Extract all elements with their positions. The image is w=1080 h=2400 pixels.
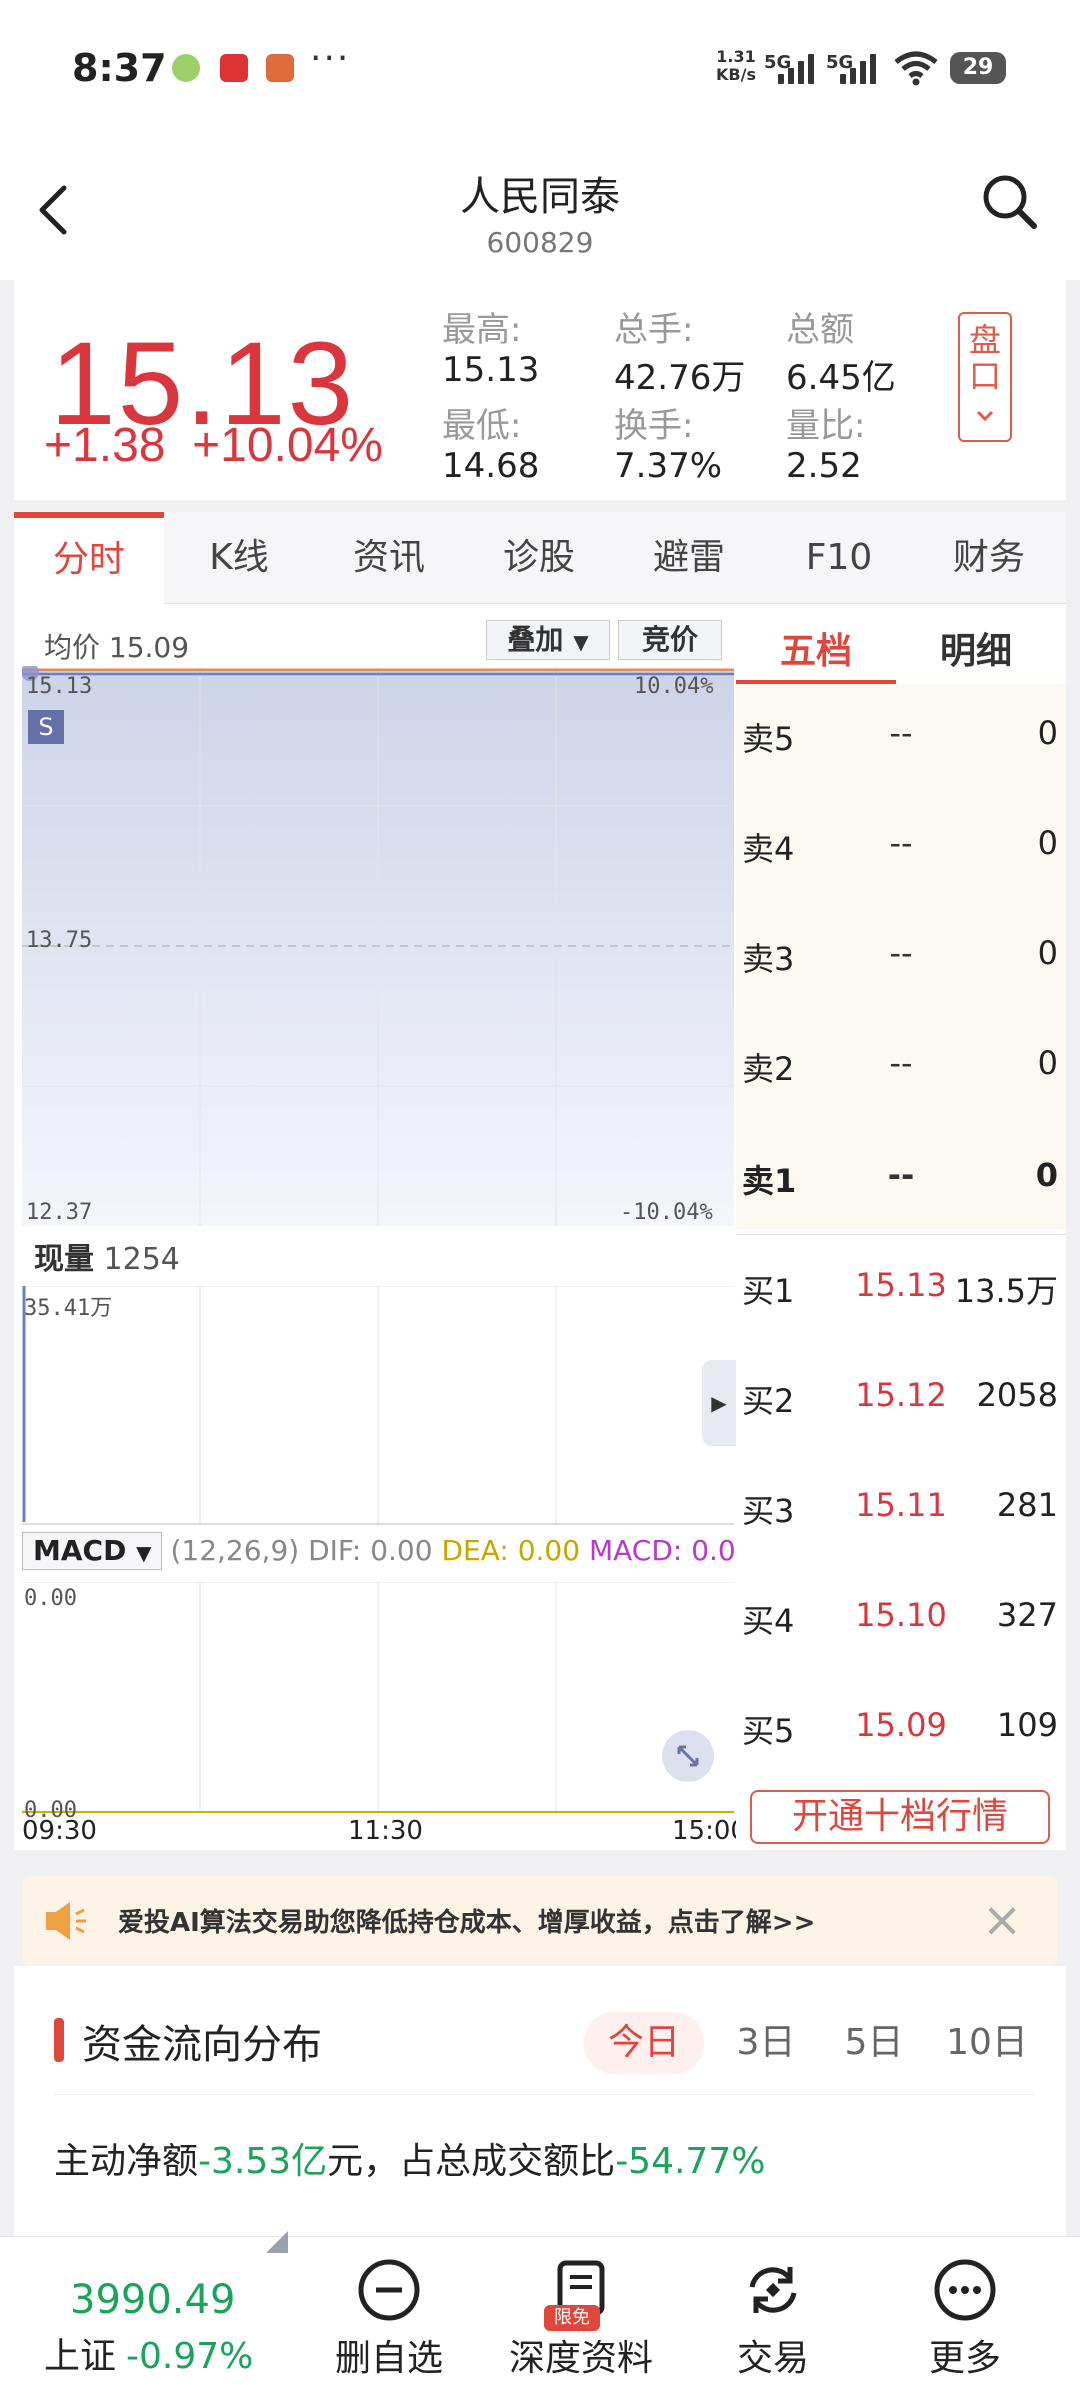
stat-low: 最低: 14.68 (442, 406, 540, 486)
price-mid-label: 13.75 (26, 928, 93, 953)
period-5d[interactable]: 5日 (824, 2012, 924, 2074)
macd-legend: MACD ▼ (12,26,9) DIF: 0.00 DEA: 0.00 MACD… (22, 1532, 736, 1570)
pankou-button[interactable]: 盘口 (958, 312, 1012, 442)
sell-row: 卖3 -- 0 (742, 934, 1058, 978)
free-badge: 限免 (544, 2305, 600, 2331)
intraday-chart-area: 均价 15.09 叠加 ▼ 竞价 S 15.13 13.75 12.37 10.… (14, 604, 747, 1850)
more-button[interactable]: 更多 (880, 2257, 1050, 2397)
tab-detail[interactable]: 明细 (896, 604, 1056, 684)
more-notifications-icon: ··· (310, 38, 351, 79)
buy-row: 买5 15.09 109 (742, 1706, 1058, 1750)
index-value: 3990.49 (70, 2277, 236, 2323)
pct-low-label: -10.04% (620, 1200, 713, 1225)
time-mid: 11:30 (348, 1816, 423, 1846)
quote-panel: 15.13 +1.38 +10.04% 最高: 15.13 总手: 42.76万 总… (14, 280, 1066, 500)
deep-data-button[interactable]: 限免 深度资料 (496, 2257, 666, 2397)
period-today[interactable]: 今日 (584, 2012, 704, 2074)
macd-plot[interactable] (22, 1582, 734, 1814)
speaker-icon (46, 1902, 86, 1940)
search-icon[interactable] (978, 170, 1042, 234)
index-name: 上证 -0.97% (44, 2336, 254, 2377)
stat-volume-ratio: 量比: 2.52 (786, 406, 866, 486)
signal-bars-1-icon (778, 52, 818, 84)
trade-button[interactable]: 交易 (688, 2257, 858, 2397)
stat-volume: 总手: 42.76万 (614, 310, 746, 398)
stat-amount: 总额 6.45亿 (786, 310, 896, 398)
mi-notification-icon (266, 54, 294, 82)
buy-row: 买1 15.13 13.5万 (742, 1266, 1058, 1310)
divider (54, 2094, 1034, 2095)
price-high-label: 15.13 (26, 674, 93, 699)
battery-icon: 29 (950, 52, 1006, 84)
tab-diagnosis[interactable]: 诊股 (464, 512, 614, 604)
status-bar: 8:37 ··· 1.31 KB/s 5G 5G 29 (0, 0, 1080, 140)
promo-banner[interactable]: 爱投AI算法交易助您降低持仓成本、增厚收益，点击了解>> × (22, 1876, 1058, 1966)
stat-high: 最高: 15.13 (442, 310, 540, 390)
wifi-icon (894, 51, 938, 86)
tab-f10[interactable]: F10 (764, 512, 914, 604)
time-start: 09:30 (22, 1816, 97, 1846)
fund-flow-section: 资金流向分布 今日 3日 5日 10日 主动净额-3.53亿元，占总成交额比-5… (14, 1966, 1066, 2236)
tab-intraday[interactable]: 分时 (14, 512, 164, 604)
buy-row: 买3 15.11 281 (742, 1486, 1058, 1530)
fund-flow-title: 资金流向分布 (82, 2022, 322, 2068)
net-flow-stat: 主动净额-3.53亿元，占总成交额比-54.77% (54, 2141, 766, 2182)
section-accent (54, 2018, 64, 2062)
book-divider (736, 1234, 1066, 1235)
tab-risk[interactable]: 避雷 (614, 512, 764, 604)
buy-row: 买4 15.10 327 (742, 1596, 1058, 1640)
chart-tabs: 分时 K线 资讯 诊股 避雷 F10 财务 (14, 512, 1066, 604)
pankou-label: 盘口 (968, 321, 1001, 395)
price-low-label: 12.37 (26, 1200, 93, 1225)
sell-row: 卖2 -- 0 (742, 1044, 1058, 1088)
expand-panel-handle[interactable]: ▶ (702, 1360, 736, 1446)
tab-kline[interactable]: K线 (164, 512, 314, 604)
promo-text: 爱投AI算法交易助您降低持仓成本、增厚收益，点击了解>> (118, 1908, 816, 1938)
pct-high-label: 10.04% (634, 674, 714, 699)
price-plot[interactable] (22, 666, 734, 1226)
clock: 8:37 (72, 46, 167, 90)
volume-plot[interactable] (22, 1286, 734, 1526)
sell-row: 卖1 -- 0 (742, 1156, 1058, 1200)
app-notification-icon (220, 54, 248, 82)
bottom-nav: 3990.49 上证 -0.97% 删自选 限免 深度资料 交易 更多 (0, 2231, 1080, 2400)
stat-turnover: 换手: 7.37% (614, 406, 723, 486)
average-price: 均价 15.09 (44, 631, 190, 664)
auction-button[interactable]: 竞价 (618, 620, 722, 660)
order-book: 五档 明细 卖5 -- 0 卖4 -- 0 卖3 -- 0 卖2 -- 0 卖1 -- 0 买1 15… (736, 604, 1066, 1850)
open-ten-level-button[interactable]: 开通十档行情 (750, 1790, 1050, 1844)
macd-selector[interactable]: MACD ▼ (22, 1532, 163, 1570)
remove-watchlist-button[interactable]: 删自选 (304, 2257, 474, 2397)
app-header: 人民同泰 600829 (0, 140, 1080, 280)
volume-max-label: 35.41万 (24, 1296, 113, 1321)
sell-row: 卖4 -- 0 (742, 824, 1058, 868)
stock-name: 人民同泰 (460, 174, 620, 220)
signal-marker[interactable]: S (28, 710, 64, 744)
corner-indicator (266, 2231, 288, 2253)
wechat-icon (172, 54, 200, 82)
price-change: +1.38 +10.04% (44, 419, 383, 472)
refresh-exchange-icon (749, 2267, 797, 2313)
tab-news[interactable]: 资讯 (314, 512, 464, 604)
chevron-down-icon (976, 410, 994, 422)
period-3d[interactable]: 3日 (716, 2012, 816, 2074)
minus-circle-icon (358, 2259, 420, 2321)
tab-five-level[interactable]: 五档 (736, 604, 896, 684)
buy-row: 买2 15.12 2058 (742, 1376, 1058, 1420)
volume-label: 现量 1254 (34, 1242, 180, 1277)
sell-row: 卖5 -- 0 (742, 714, 1058, 758)
macd-top-label: 0.00 (24, 1586, 77, 1611)
stock-code: 600829 (486, 226, 594, 259)
network-speed: 1.31 KB/s (716, 47, 756, 84)
order-book-tabs: 五档 明细 (736, 604, 1066, 684)
fullscreen-icon[interactable] (662, 1730, 714, 1782)
overlay-button[interactable]: 叠加 ▼ (486, 620, 610, 660)
more-dots-icon (934, 2259, 996, 2321)
period-10d[interactable]: 10日 (932, 2012, 1042, 2074)
close-icon[interactable]: × (982, 1892, 1022, 1948)
signal-bars-2-icon (840, 52, 880, 84)
tab-finance[interactable]: 财务 (914, 512, 1064, 604)
